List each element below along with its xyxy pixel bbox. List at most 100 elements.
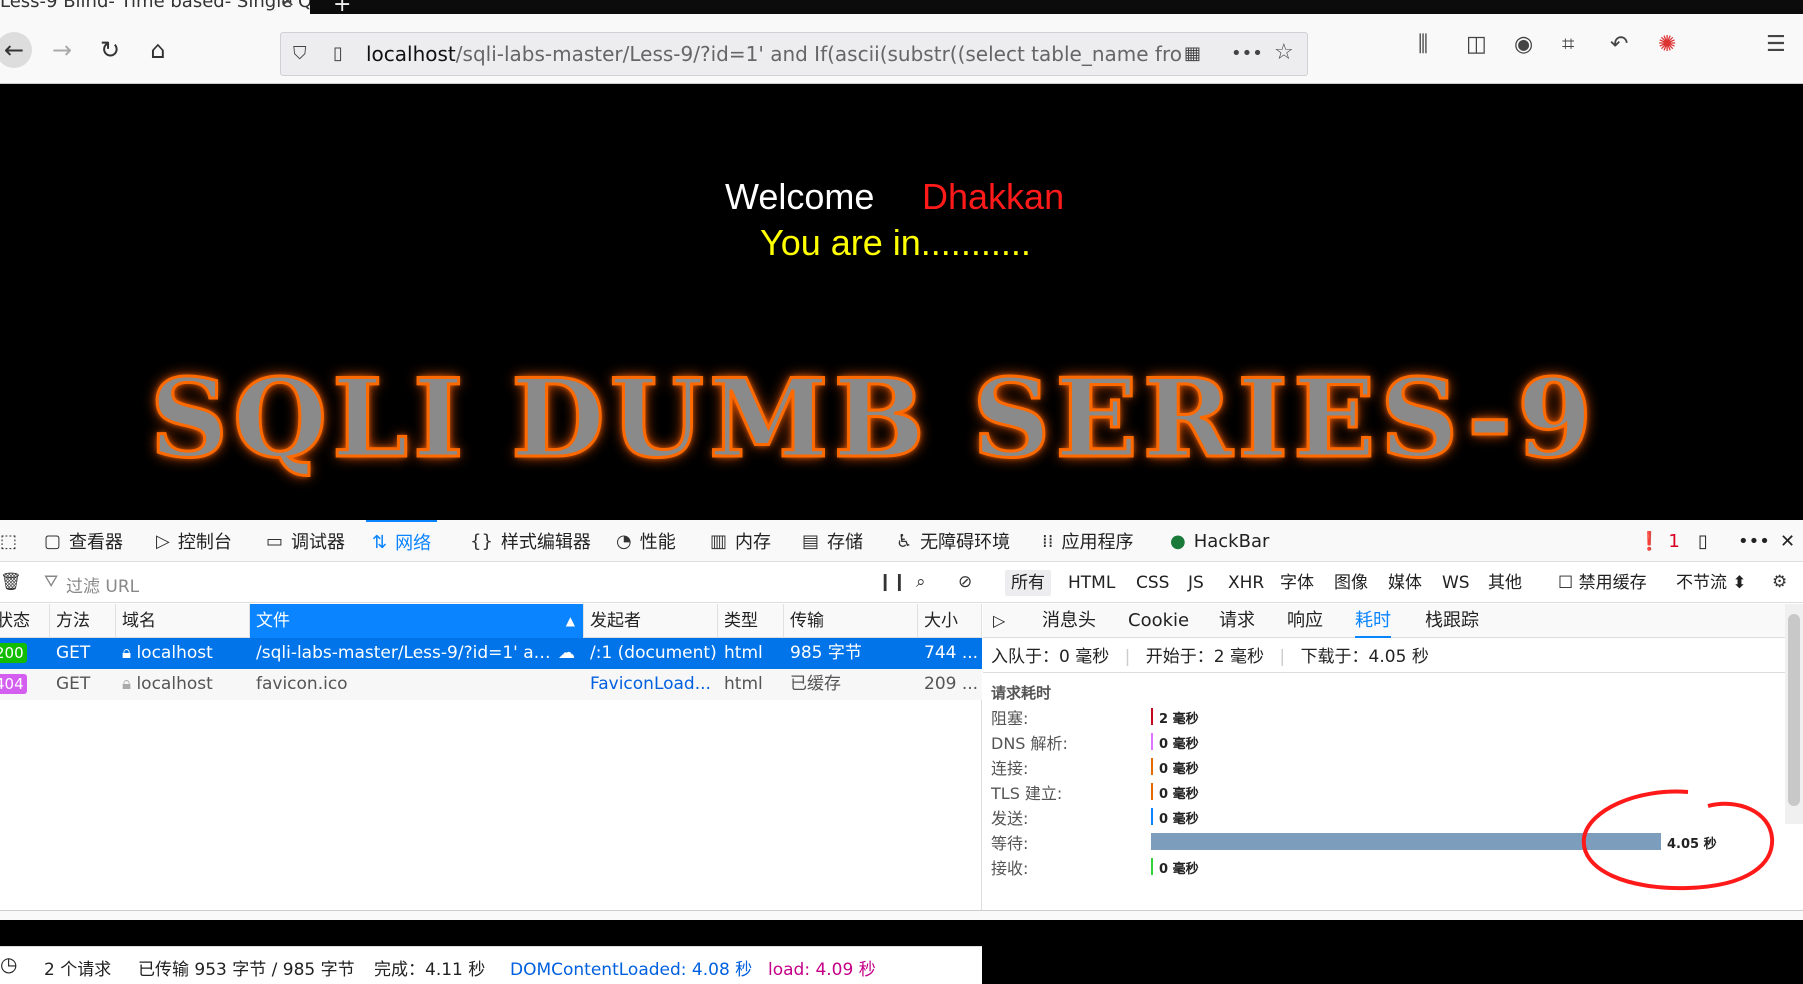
close-icon[interactable]: ✕ — [280, 0, 295, 12]
tab-storage[interactable]: ▤ 存储 — [802, 520, 863, 562]
tab-cookies[interactable]: Cookie — [1128, 604, 1189, 638]
console-toolbar — [0, 910, 1803, 920]
initiator-cell[interactable]: FaviconLoad... — [584, 669, 718, 700]
col-type[interactable]: 类型 — [718, 604, 784, 638]
tab-response[interactable]: 响应 — [1287, 604, 1323, 638]
lock-icon: 🔒︎ — [122, 643, 132, 663]
tab-memory[interactable]: ▥ 内存 — [710, 520, 771, 562]
finish-time: 完成：4.11 秒 — [374, 960, 486, 980]
timing-summary: 入队于：0 毫秒 | 开始于：2 毫秒 | 下载于：4.05 秒 — [991, 647, 1429, 667]
filter-image[interactable]: 图像 — [1328, 570, 1374, 596]
table-row[interactable]: 200 GET 🔒︎ localhost /sqli-labs-master/L… — [0, 638, 982, 669]
request-table-header: 状态 方法 域名 文件▲ 发起者 类型 传输 大小 — [0, 604, 982, 638]
more-options-icon[interactable]: ••• — [1738, 520, 1770, 562]
tab-accessibility[interactable]: ♿ 无障碍环境 — [896, 520, 1010, 562]
extension-icon[interactable]: ✺ — [1658, 32, 1676, 57]
filter-other[interactable]: 其他 — [1482, 570, 1528, 596]
trash-icon[interactable]: 🗑 — [0, 572, 22, 592]
timing-label: 发送: — [991, 809, 1029, 828]
col-size[interactable]: 大小 — [918, 604, 982, 638]
filter-js[interactable]: JS — [1182, 570, 1210, 596]
url-text[interactable]: localhost/sqli-labs-master/Less-9/?id=1'… — [366, 42, 1181, 66]
page-actions-icon[interactable]: ••• — [1231, 43, 1263, 64]
forward-icon[interactable]: → — [44, 32, 80, 68]
timing-bar — [1151, 783, 1153, 800]
new-tab-button[interactable]: + — [333, 0, 351, 14]
tab-stack-trace[interactable]: 栈跟踪 — [1425, 604, 1479, 638]
library-icon[interactable]: ⫼ — [1418, 32, 1428, 57]
tab-headers[interactable]: 消息头 — [1042, 604, 1096, 638]
screenshot-icon[interactable]: ⌗ — [1562, 32, 1574, 57]
timing-bar — [1151, 733, 1153, 750]
filter-url-input[interactable]: 过滤 URL — [66, 572, 139, 597]
navigation-toolbar: ← → ↻ ⌂ ⛉ ▯ localhost/sqli-labs-master/L… — [0, 14, 1803, 84]
details-scrollbar[interactable] — [1785, 604, 1803, 824]
filter-media[interactable]: 媒体 — [1382, 570, 1428, 596]
table-row[interactable]: 404 GET 🔒︎ localhost favicon.ico Favicon… — [0, 669, 982, 700]
col-method[interactable]: 方法 — [50, 604, 116, 638]
filter-ws[interactable]: WS — [1436, 570, 1476, 596]
request-count: 2 个请求 — [44, 960, 112, 980]
back-icon[interactable]: ← — [0, 32, 32, 68]
tab-debugger[interactable]: ▭ 调试器 — [266, 520, 345, 562]
transfer-cell: 已缓存 — [790, 674, 841, 694]
col-status[interactable]: 状态 — [0, 604, 50, 638]
timing-label: 连接: — [991, 759, 1029, 778]
throttle-select[interactable]: 不节流 ⬍ — [1670, 570, 1753, 596]
browser-tab[interactable]: Less-9 Blind- Time based- Single Quotes-… — [0, 0, 310, 14]
type-cell: html — [724, 643, 763, 663]
sort-arrow-icon: ▲ — [565, 614, 575, 628]
block-icon[interactable]: ⊘ — [958, 572, 972, 592]
network-summary: ◷ 2 个请求 已传输 953 字节 / 985 字节 完成：4.11 秒 DO… — [0, 946, 982, 984]
filter-xhr[interactable]: XHR — [1222, 570, 1270, 596]
bookmark-star-icon[interactable]: ☆ — [1274, 40, 1294, 65]
home-icon[interactable]: ⌂ — [140, 32, 176, 68]
tab-network[interactable]: ⇅ 网络 — [366, 520, 438, 562]
disable-cache-checkbox[interactable]: ☐ 禁用缓存 — [1552, 570, 1653, 596]
undo-icon[interactable]: ↶ — [1610, 32, 1628, 57]
tab-timings[interactable]: 耗时 — [1355, 604, 1391, 638]
col-initiator[interactable]: 发起者 — [584, 604, 718, 638]
pause-icon[interactable]: ❙❙ — [878, 572, 907, 592]
search-icon[interactable]: ⌕ — [916, 572, 926, 592]
tab-hackbar[interactable]: ● HackBar — [1170, 520, 1269, 562]
shield-icon[interactable]: ⛉ — [293, 43, 307, 64]
tab-title: Less-9 Blind- Time based- Single Quotes-… — [0, 0, 310, 12]
load-time: load: 4.09 秒 — [768, 960, 876, 980]
filter-font[interactable]: 字体 — [1274, 570, 1320, 596]
request-list: 状态 方法 域名 文件▲ 发起者 类型 传输 大小 200 GET 🔒︎ loc… — [0, 604, 982, 984]
status-text: You are in........... — [760, 222, 1031, 263]
tab-performance[interactable]: ◔ 性能 — [616, 520, 676, 562]
tab-request[interactable]: 请求 — [1219, 604, 1255, 638]
downloaded-time: 下载于：4.05 秒 — [1300, 647, 1429, 667]
settings-gear-icon[interactable]: ⚙ — [1772, 572, 1787, 592]
dock-icon[interactable]: ▯ — [1698, 520, 1708, 562]
menu-icon[interactable]: ☰ — [1766, 32, 1786, 57]
tab-application[interactable]: ⁞⁞ 应用程序 — [1042, 520, 1133, 562]
toggle-panel-icon[interactable]: ▷ — [993, 604, 1005, 638]
filter-css[interactable]: CSS — [1130, 570, 1175, 596]
url-bar[interactable]: ⛉ ▯ localhost/sqli-labs-master/Less-9/?i… — [280, 32, 1308, 76]
tab-style-editor[interactable]: {} 样式编辑器 — [470, 520, 591, 562]
page-info-icon[interactable]: ▯ — [333, 43, 343, 64]
initiator-cell[interactable]: /:1 (document) — [584, 638, 718, 669]
account-icon[interactable]: ◉ — [1514, 32, 1533, 57]
filter-all[interactable]: 所有 — [1005, 570, 1051, 596]
welcome-text: Welcome — [725, 176, 875, 217]
storage-icon: ▤ — [802, 530, 820, 552]
tab-inspector[interactable]: ▢ 查看器 — [44, 520, 123, 562]
reload-icon[interactable]: ↻ — [92, 32, 128, 68]
col-file[interactable]: 文件 ▲ — [250, 604, 584, 638]
col-domain[interactable]: 域名 — [116, 604, 250, 638]
pick-element-icon[interactable]: ⬚ — [0, 520, 17, 562]
timing-row: DNS 解析: 0 毫秒 — [991, 730, 1771, 754]
filter-html[interactable]: HTML — [1062, 570, 1121, 596]
tab-console[interactable]: ▷ 控制台 — [156, 520, 232, 562]
timer-icon: ◷ — [0, 952, 18, 976]
col-transfer[interactable]: 传输 — [784, 604, 918, 638]
qr-code-icon[interactable]: ▦ — [1184, 43, 1201, 64]
file-cell: /sqli-labs-master/Less-9/?id=1' and If(a… — [256, 643, 584, 663]
sidebar-icon[interactable]: ◫ — [1466, 32, 1487, 57]
error-count[interactable]: ❗ 1 — [1638, 520, 1680, 562]
close-devtools-icon[interactable]: ✕ — [1780, 520, 1795, 562]
